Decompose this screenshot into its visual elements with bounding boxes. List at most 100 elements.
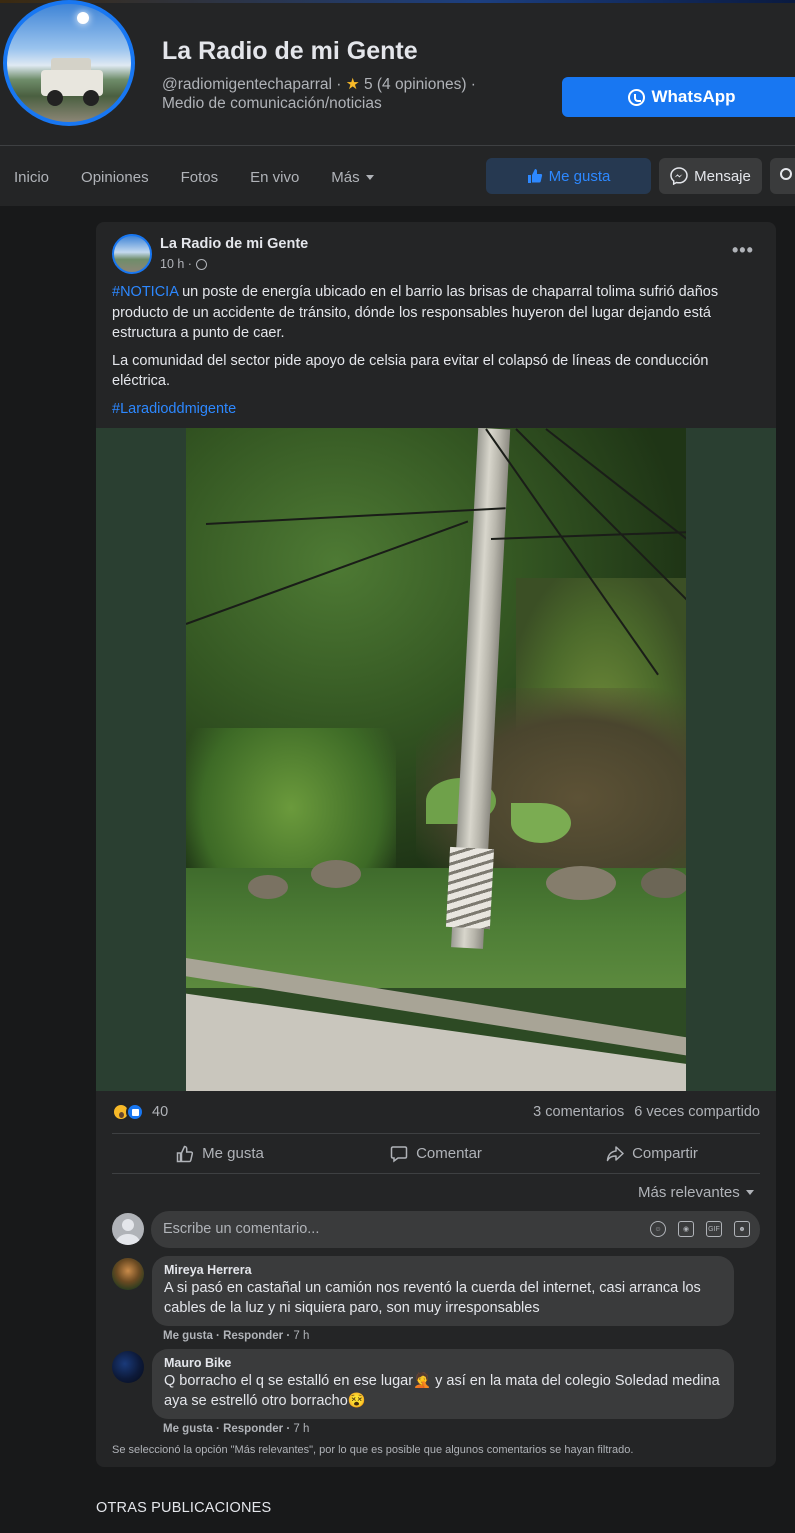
header-divider [0,145,795,146]
page-search-button[interactable] [770,158,795,194]
photo-rock [248,875,288,899]
post-photo[interactable] [186,428,686,1091]
comment-button[interactable]: Comentar [328,1145,544,1163]
thumbs-up-icon [176,1145,194,1162]
current-user-avatar [112,1213,144,1245]
divider [112,1173,760,1174]
search-icon [780,168,792,180]
commenter-name[interactable]: Mireya Herrera [164,1263,722,1277]
comment-like-link[interactable]: Me gusta [163,1330,213,1342]
post-paragraph: La comunidad del sector pide apoyo de ce… [112,352,709,390]
comment-reply-link[interactable]: Responder [223,1423,283,1435]
sticker-icon[interactable]: ☻ [734,1221,750,1237]
photo-rock [311,860,361,888]
tab-fotos[interactable]: Fotos [165,148,235,206]
page-rating[interactable]: 5 (4 opiniones) · [364,76,476,93]
cover-edge [0,0,795,3]
comment-sort-label: Más relevantes [638,1184,740,1201]
comment-bubble: Mireya Herrera A si pasó en castañal un … [152,1256,734,1326]
share-count[interactable]: 6 veces compartido [634,1104,760,1120]
post-paragraph-text: un poste de energía ubicado en el barrio… [112,284,719,341]
comment-filter-note: Se seleccionó la opción "Más relevantes"… [112,1444,634,1456]
comment-input[interactable]: Escribe un comentario... ☺ ◉ GIF ☻ [151,1211,760,1248]
page-like-label: Me gusta [548,167,611,185]
page-like-button[interactable]: Me gusta [486,158,651,194]
post-stats: 40 3 comentarios 6 veces compartido [112,1102,760,1122]
post-author-name[interactable]: La Radio de mi Gente [160,236,308,252]
post-card: La Radio de mi Gente 10 h · ••• #NOTICIA… [96,222,776,1467]
page-handle[interactable]: @radiomigentechaparral [162,76,332,93]
page-profile-picture[interactable] [3,0,135,126]
whatsapp-button[interactable]: WhatsApp [562,77,795,117]
comment-actions: Me gusta · Responder · 7 h [163,1423,310,1435]
post-timestamp: 10 h · [160,257,207,271]
message-button-label: Mensaje [694,167,751,185]
comment-actions: Me gusta · Responder · 7 h [163,1330,310,1342]
tab-en-vivo[interactable]: En vivo [234,148,315,206]
comment-time[interactable]: 7 h [293,1423,309,1435]
page-category[interactable]: Medio de comunicación/noticias [162,95,382,113]
tab-inicio[interactable]: Inicio [0,148,65,206]
commenter-avatar[interactable] [112,1258,144,1290]
other-posts-heading: OTRAS PUBLICACIONES [96,1500,272,1516]
comment-item: Mireya Herrera A si pasó en castañal un … [112,1256,760,1344]
hashtag-link[interactable]: #NOTICIA [112,284,178,300]
like-reaction-icon [126,1103,144,1121]
star-icon: ★ [345,76,360,93]
messenger-icon [670,167,688,185]
hashtag-link[interactable]: #Laradioddmigente [112,401,236,417]
gif-icon[interactable]: GIF [706,1221,722,1237]
page-handle-rating: @radiomigentechaparral · ★ 5 (4 opinione… [162,75,476,94]
post-time-text[interactable]: 10 h · [160,257,192,271]
message-button[interactable]: Mensaje [659,158,762,194]
tab-opiniones[interactable]: Opiniones [65,148,165,206]
share-icon [606,1145,624,1161]
comment-text: A si pasó en castañal un camión nos reve… [164,1280,701,1316]
page-tabs: Inicio Opiniones Fotos En vivo Más [0,148,390,206]
photo-pole-damage [445,846,495,930]
share-button-label: Compartir [632,1145,698,1162]
comment-time[interactable]: 7 h [293,1330,309,1342]
globe-icon [195,258,207,270]
page-title: La Radio de mi Gente [162,37,418,65]
comment-input-placeholder: Escribe un comentario... [163,1221,320,1237]
post-paragraph: #Laradioddmigente [112,399,752,420]
more-options-icon[interactable]: ••• [732,240,754,261]
emoji-icon[interactable]: ☺ [650,1221,666,1237]
caret-down-icon [745,1190,754,1195]
post-body: #NOTICIA un poste de energía ubicado en … [112,282,752,426]
comment-item: Mauro Bike Q borracho el q se estalló en… [112,1349,760,1437]
thumbs-up-icon [527,169,542,183]
like-button[interactable]: Me gusta [112,1145,328,1163]
share-button[interactable]: Compartir [544,1145,760,1163]
commenter-avatar[interactable] [112,1351,144,1383]
photo-leaf [511,803,571,843]
comment-bubble: Mauro Bike Q borracho el q se estalló en… [152,1349,734,1419]
photo-rock [641,868,686,898]
comment-count[interactable]: 3 comentarios [533,1104,624,1120]
wheel-graphic [47,90,63,106]
comment-sort-dropdown[interactable]: Más relevantes [638,1184,754,1201]
engagement-counts: 3 comentarios 6 veces compartido [533,1104,760,1120]
tab-mas[interactable]: Más [315,148,389,206]
separator-dot: · [336,76,346,93]
reaction-summary[interactable]: 40 [112,1103,168,1121]
comment-like-link[interactable]: Me gusta [163,1423,213,1435]
sun-graphic [77,12,89,24]
comment-reply-link[interactable]: Responder [223,1330,283,1342]
reaction-count: 40 [152,1104,169,1120]
page-header: La Radio de mi Gente @radiomigentechapar… [0,0,795,206]
photo-rock [546,866,616,900]
wheel-graphic [83,90,99,106]
caret-down-icon [365,174,374,180]
comment-icon [390,1145,408,1162]
comment-tools: ☺ ◉ GIF ☻ [650,1221,750,1237]
camera-icon[interactable]: ◉ [678,1221,694,1237]
post-media [96,428,776,1091]
post-actions: Me gusta Comentar Compartir [112,1134,760,1173]
post-author-avatar[interactable] [112,234,152,274]
like-button-label: Me gusta [202,1145,264,1162]
commenter-name[interactable]: Mauro Bike [164,1356,722,1370]
tab-mas-label: Más [331,168,360,186]
post-paragraph: #NOTICIA un poste de energía ubicado en … [112,282,752,344]
